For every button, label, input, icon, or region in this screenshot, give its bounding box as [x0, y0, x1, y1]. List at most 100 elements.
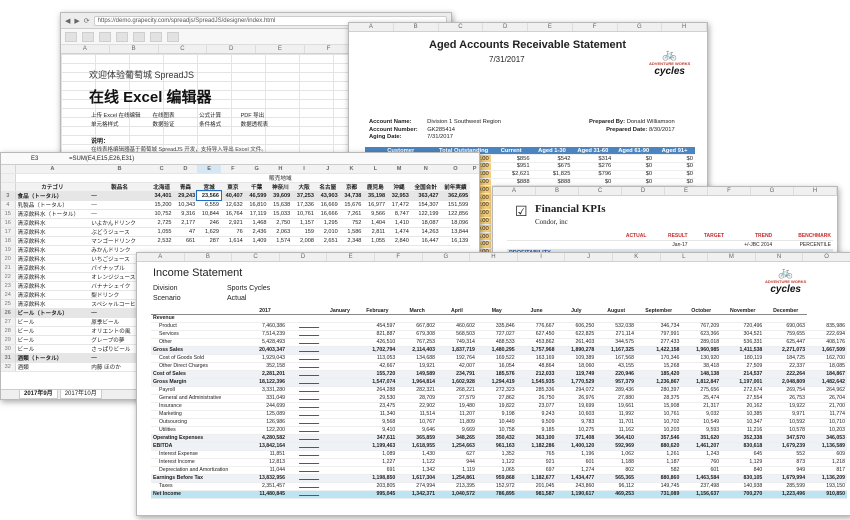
- amount-cell[interactable]: 981,587: [516, 489, 557, 499]
- row-number[interactable]: 17: [1, 227, 16, 237]
- amount-cell[interactable]: 10,449: [476, 418, 517, 427]
- column-letter[interactable]: D: [173, 165, 198, 174]
- ribbon-button[interactable]: [150, 31, 162, 42]
- amount-cell[interactable]: 9,032: [681, 410, 722, 419]
- amount-cell[interactable]: 264,962: [807, 386, 847, 395]
- table-cell[interactable]: 1,157: [292, 218, 316, 228]
- amount-cell[interactable]: 10,758: [476, 426, 517, 435]
- amount-cell[interactable]: 9,646: [397, 426, 438, 435]
- amount-cell[interactable]: 601: [556, 458, 597, 467]
- table-cell[interactable]: 7,261: [339, 209, 364, 219]
- amount-cell[interactable]: 797,991: [636, 330, 682, 339]
- row-label[interactable]: Cost of Sales: [151, 369, 243, 379]
- amount-cell[interactable]: 26,704: [807, 394, 847, 403]
- amount-cell[interactable]: 11,162: [596, 426, 637, 435]
- amount-cell[interactable]: 1,757,968: [516, 345, 557, 355]
- amount-cell[interactable]: 1,199,463: [357, 441, 398, 451]
- month-header[interactable]: May: [476, 307, 517, 316]
- amount-cell[interactable]: 48,864: [516, 362, 557, 371]
- amount-cell[interactable]: 26,976: [556, 394, 597, 403]
- table-cell[interactable]: 18,096: [440, 218, 471, 228]
- table-cell[interactable]: 122,856: [440, 209, 471, 219]
- amount-cell[interactable]: 10,203: [807, 426, 847, 435]
- column-letter[interactable]: I: [292, 165, 316, 174]
- amount-cell[interactable]: 1,352: [476, 450, 517, 459]
- table-cell[interactable]: 清涼飲料水: [15, 236, 90, 246]
- table-cell[interactable]: 1,629: [197, 227, 222, 237]
- amount-cell[interactable]: 15,908: [636, 402, 682, 411]
- column-header-cell[interactable]: 全国合計: [410, 182, 441, 192]
- amount-cell[interactable]: 767,253: [397, 338, 438, 347]
- amount-cell[interactable]: 697: [516, 466, 557, 475]
- table-cell[interactable]: —: [89, 209, 150, 219]
- amount-cell[interactable]: 1,119: [437, 466, 477, 475]
- amount-cell[interactable]: 27,579: [437, 394, 477, 403]
- amount-cell[interactable]: 1,197,001: [721, 377, 765, 387]
- amount-cell[interactable]: 185,420: [636, 369, 682, 379]
- table-cell[interactable]: 清涼飲料水: [15, 299, 90, 309]
- table-cell[interactable]: —: [89, 191, 150, 201]
- amount-cell[interactable]: 192,764: [437, 354, 477, 363]
- amount-cell[interactable]: 149,745: [636, 482, 682, 491]
- amount-cell[interactable]: 1,890,278: [556, 345, 597, 355]
- column-header-cell[interactable]: 宮城: [197, 182, 222, 192]
- table-cell[interactable]: 9,316: [173, 209, 198, 219]
- amount-cell[interactable]: 264,288: [357, 386, 398, 395]
- amount-cell[interactable]: 11,701: [596, 418, 637, 427]
- row-number[interactable]: 15: [1, 209, 16, 219]
- refresh-icon[interactable]: ⟳: [84, 17, 90, 25]
- amount-cell[interactable]: 9,243: [516, 410, 557, 419]
- amount-cell[interactable]: 222,264: [764, 369, 808, 379]
- table-cell[interactable]: 151,599: [440, 200, 471, 210]
- amount-cell[interactable]: 22,337: [764, 362, 808, 371]
- amount-cell[interactable]: 2,048,809: [764, 377, 808, 387]
- ribbon-button[interactable]: [65, 31, 77, 42]
- amount-cell[interactable]: 690,063: [764, 322, 808, 331]
- amount-cell[interactable]: 347,611: [357, 433, 398, 443]
- table-cell[interactable]: ビール: [15, 317, 90, 327]
- amount-cell[interactable]: 1,182,286: [516, 441, 557, 451]
- amount-cell[interactable]: 26,750: [516, 394, 557, 403]
- row-number[interactable]: 25: [1, 299, 16, 309]
- amount-cell[interactable]: 11,480,845: [243, 489, 288, 499]
- table-cell[interactable]: 18,087: [410, 218, 441, 228]
- amount-cell[interactable]: 43,155: [596, 362, 637, 371]
- amount-cell[interactable]: 27,862: [476, 394, 517, 403]
- row-number[interactable]: 32: [1, 362, 16, 372]
- amount-cell[interactable]: 220,946: [596, 369, 637, 379]
- row-number[interactable]: 23: [1, 281, 16, 291]
- table-cell[interactable]: 10,752: [149, 209, 174, 219]
- row-number[interactable]: 27: [1, 317, 16, 327]
- month-header[interactable]: December: [764, 307, 808, 316]
- column-letter[interactable]: N: [410, 165, 441, 174]
- amount-cell[interactable]: 11,774: [807, 410, 847, 419]
- table-cell[interactable]: 287: [197, 236, 222, 246]
- amount-cell[interactable]: [322, 410, 358, 419]
- table-cell[interactable]: 2,348: [339, 236, 364, 246]
- amount-cell[interactable]: 23,475: [357, 402, 398, 411]
- amount-cell[interactable]: 11,809: [437, 418, 477, 427]
- table-cell[interactable]: 清涼飲料水: [15, 218, 90, 228]
- column-letter[interactable]: L: [363, 165, 388, 174]
- amount-cell[interactable]: 830,105: [721, 473, 765, 483]
- amount-cell[interactable]: 4,280,582: [243, 433, 288, 443]
- table-cell[interactable]: 1,409: [244, 236, 269, 246]
- amount-cell[interactable]: 727,027: [476, 330, 517, 339]
- amount-cell[interactable]: 163,169: [516, 354, 557, 363]
- row-label[interactable]: Product: [151, 322, 243, 331]
- amount-cell[interactable]: 1,167,325: [596, 345, 637, 355]
- table-cell[interactable]: 17,472: [387, 200, 411, 210]
- amount-cell[interactable]: 609: [807, 450, 847, 459]
- amount-cell[interactable]: [322, 489, 358, 499]
- amount-cell[interactable]: 184,867: [807, 369, 847, 379]
- amount-cell[interactable]: 1,188: [596, 458, 637, 467]
- amount-cell[interactable]: 7,514,239: [243, 330, 288, 339]
- amount-cell[interactable]: 15,268: [636, 362, 682, 371]
- amount-cell[interactable]: [322, 369, 358, 379]
- amount-cell[interactable]: 10,767: [397, 418, 438, 427]
- table-cell[interactable]: $0: [654, 178, 695, 187]
- table-cell[interactable]: $1,825: [531, 170, 573, 179]
- table-cell[interactable]: 23,566: [196, 190, 223, 202]
- amount-cell[interactable]: 11,992: [596, 410, 637, 419]
- table-cell[interactable]: ビール: [15, 335, 90, 345]
